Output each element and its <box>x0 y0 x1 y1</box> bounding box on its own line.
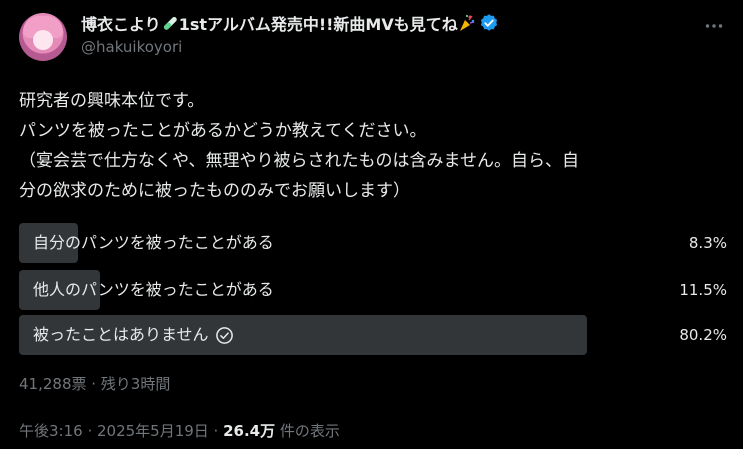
poll-option-percent: 11.5% <box>679 281 727 299</box>
tweet-footer: 午後3:16 · 2025年5月19日 · 26.4万 件の表示 <box>19 420 340 441</box>
avatar-face <box>33 30 53 50</box>
test-tube-icon <box>163 16 177 30</box>
views-count: 26.4万 <box>223 422 276 440</box>
poll-option-label: 自分のパンツを被ったことがある <box>33 233 274 252</box>
tweet-line: パンツを被ったことがあるかどうか教えてください。 <box>19 121 427 141</box>
author-name-row[interactable]: 博衣こより 1stアルバム発売中!!新曲MV も見てね <box>81 12 499 34</box>
poll-option: 他人のパンツを被ったことがある 11.5% <box>19 270 727 310</box>
tweet-card: 博衣こより 1stアルバム発売中!!新曲MV も見てね @hakuikoyori… <box>0 0 743 449</box>
poll-option: 自分のパンツを被ったことがある 8.3% <box>19 223 727 263</box>
poll-meta: 41,288票 · 残り3時間 <box>19 375 171 393</box>
tweet-line: （宴会芸で仕方なくや、無理やり被らされたものは含みません。自ら、自 <box>19 151 579 171</box>
poll-option-selected: 被ったことはありません 80.2% <box>19 315 727 355</box>
poll-option-percent: 8.3% <box>688 234 727 252</box>
tweet-line: 分の欲求のために被ったもののみでお願いします） <box>19 181 410 201</box>
poll-option-label: 被ったことはありません <box>33 325 209 344</box>
verified-badge-icon <box>480 14 497 31</box>
views-label: 件の表示 <box>275 422 340 440</box>
check-circle-icon <box>215 326 233 344</box>
tweet-line: 研究者の興味本位です。 <box>19 91 205 111</box>
poll-option-label: 他人のパンツを被ったことがある <box>33 280 274 299</box>
poll-option-percent: 80.2% <box>679 326 727 344</box>
author-display-name[interactable]: 博衣こより <box>81 11 161 35</box>
tweet-text: 研究者の興味本位です。 パンツを被ったことがあるかどうか教えてください。 （宴会… <box>19 86 731 206</box>
tweet-timestamp[interactable]: 午後3:16 · 2025年5月19日 · <box>19 422 223 440</box>
author-name-suffix[interactable]: 1stアルバム発売中!!新曲MV <box>179 11 394 35</box>
author-name-suffix-2[interactable]: も見てね <box>394 11 458 35</box>
more-options-icon[interactable] <box>704 16 724 36</box>
author-handle[interactable]: @hakuikoyori <box>81 38 182 56</box>
party-popper-icon <box>459 14 475 31</box>
avatar[interactable] <box>19 13 67 61</box>
